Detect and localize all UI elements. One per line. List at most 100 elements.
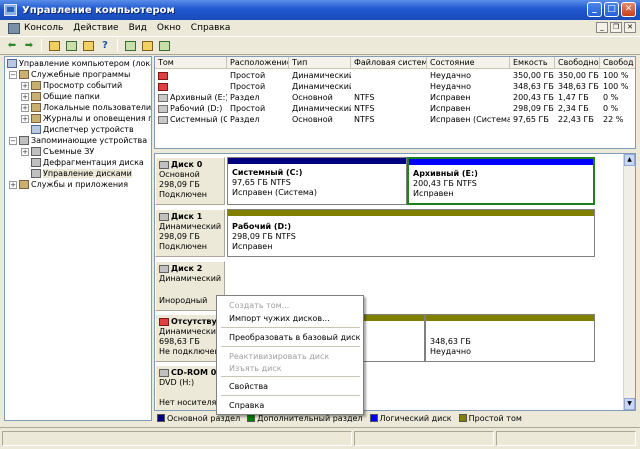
column-header-capacity[interactable]: Емкость: [510, 57, 555, 69]
menu-action[interactable]: Действие: [68, 23, 123, 33]
collapse-icon[interactable]: −: [9, 70, 17, 79]
expand-icon[interactable]: +: [21, 103, 29, 112]
tree-item-defragmenter[interactable]: Дефрагментация диска: [31, 157, 144, 168]
tree-item-removable-storage[interactable]: + Съемные ЗУ: [21, 146, 94, 157]
cell-filesystem: NTFS: [354, 104, 375, 113]
column-header-status[interactable]: Состояние: [427, 57, 510, 69]
status-pane: [496, 431, 636, 446]
toolbar: ⬅ ➡ ?: [0, 37, 640, 55]
cell-capacity: 200,43 ГБ: [513, 93, 554, 102]
cell-percent-free: 0 %: [603, 93, 619, 102]
removable-storage-icon: [31, 147, 41, 156]
menu-item-import-foreign-disks[interactable]: Импорт чужих дисков...: [219, 312, 362, 324]
console-tree[interactable]: Управление компьютером (локаль − Служебны…: [4, 56, 152, 421]
tree-item-event-viewer[interactable]: + Просмотр событий: [21, 80, 122, 91]
column-header-filesystem[interactable]: Файловая система: [351, 57, 427, 69]
back-arrow-icon[interactable]: ⬅: [5, 39, 19, 52]
column-header-free[interactable]: Свободно: [555, 57, 600, 69]
expand-icon[interactable]: +: [21, 81, 29, 90]
scroll-down-icon[interactable]: ▼: [624, 398, 635, 410]
column-header-volume[interactable]: Том: [155, 57, 227, 69]
cell-status: Исправен (Система): [430, 115, 510, 124]
tree-item-services-apps[interactable]: + Службы и приложения: [9, 179, 128, 190]
menu-view[interactable]: Вид: [124, 23, 152, 33]
disk-icon: [159, 265, 169, 273]
settings-icon[interactable]: [157, 39, 171, 52]
toolbox-icon: [19, 70, 29, 79]
disk-properties-icon[interactable]: [140, 39, 154, 52]
menu-help[interactable]: Справка: [186, 23, 236, 33]
mdi-minimize-button[interactable]: _: [596, 22, 608, 33]
cell-free: 22,43 ГБ: [558, 115, 594, 124]
menu-item-create-volume: Создать том...: [229, 300, 290, 310]
context-menu: Создать том... Импорт чужих дисков... Пр…: [216, 295, 364, 415]
menu-console[interactable]: Консоль: [3, 22, 68, 34]
help-icon[interactable]: ?: [98, 39, 112, 52]
menu-item-help[interactable]: Справка: [219, 399, 362, 411]
cell-free: 348,63 ГБ: [558, 82, 599, 91]
close-button[interactable]: ✕: [621, 2, 636, 17]
cell-status: Исправен: [430, 93, 471, 102]
status-pane: [2, 431, 352, 446]
scroll-up-icon[interactable]: ▲: [624, 154, 635, 166]
menu-item-remove-disk: Изъять диск: [229, 363, 282, 373]
error-volume-icon: [158, 71, 168, 80]
tree-item-local-users[interactable]: + Локальные пользователи и: [21, 102, 151, 113]
missing-volume-2[interactable]: 348,63 ГБ Неудачно: [425, 314, 595, 362]
tree-item-computer-management[interactable]: Управление компьютером (локаль: [7, 58, 151, 69]
minimize-button[interactable]: _: [587, 2, 602, 17]
tree-item-storage[interactable]: − Запоминающие устройства: [9, 135, 147, 146]
disk-1-label[interactable]: Диск 1 Динамический 298,09 ГБ Подключен: [155, 209, 225, 257]
drive-icon: [158, 115, 168, 124]
maximize-button[interactable]: □: [604, 2, 619, 17]
disk-icon: [159, 213, 169, 221]
menu-separator: [221, 395, 360, 396]
cell-free: 1,47 ГБ: [558, 93, 589, 102]
cdrom-label[interactable]: CD-ROM 0 DVD (H:) Нет носителя: [155, 365, 225, 410]
cell-filesystem: [351, 81, 427, 92]
expand-icon[interactable]: +: [21, 147, 29, 156]
expand-icon[interactable]: +: [21, 92, 29, 101]
volume-list[interactable]: Том Расположение Тип Файловая система Со…: [154, 56, 636, 149]
cell-layout: Простой: [230, 104, 266, 113]
event-viewer-icon: [31, 81, 41, 90]
tree-item-disk-management[interactable]: Управление дисками: [31, 168, 132, 179]
performance-icon: [31, 114, 41, 123]
missing-disk-label[interactable]: Отсутству Динамический 698,63 ГБ Не подк…: [155, 314, 225, 362]
column-header-percent-free[interactable]: Свобод: [600, 57, 635, 69]
disk-0-label[interactable]: Диск 0 Основной 298,09 ГБ Подключен: [155, 157, 225, 205]
volume-system-c[interactable]: Системный (C:) 97,65 ГБ NTFS Исправен (С…: [227, 157, 407, 205]
disk-2-label[interactable]: Диск 2 Динамический Инородный: [155, 261, 225, 311]
toolbar-separator: [41, 39, 42, 52]
expand-icon[interactable]: +: [9, 180, 17, 189]
volume-work-d[interactable]: Рабочий (D:) 298,09 ГБ NTFS Исправен: [227, 209, 595, 257]
menu-item-convert-to-basic[interactable]: Преобразовать в базовый диск: [219, 331, 362, 343]
mdi-restore-button[interactable]: ❐: [610, 22, 622, 33]
graph-scrollbar[interactable]: ▲ ▼: [623, 154, 635, 410]
cell-layout: Простой: [230, 71, 266, 80]
logical-drive-bar: [409, 159, 593, 165]
cell-percent-free: 100 %: [603, 71, 629, 80]
menu-window[interactable]: Окно: [152, 23, 186, 33]
forward-arrow-icon[interactable]: ➡: [22, 39, 36, 52]
legend-simple-volume: Простой том: [458, 414, 522, 423]
users-icon: [31, 103, 41, 112]
column-header-layout[interactable]: Расположение: [227, 57, 289, 69]
tree-item-performance-logs[interactable]: + Журналы и оповещения пр: [21, 113, 151, 124]
properties-icon[interactable]: [81, 39, 95, 52]
up-folder-icon[interactable]: [47, 39, 61, 52]
column-header-type[interactable]: Тип: [289, 57, 351, 69]
cell-capacity: 97,65 ГБ: [513, 115, 549, 124]
tree-item-shared-folders[interactable]: + Общие папки: [21, 91, 100, 102]
expand-icon[interactable]: +: [21, 114, 29, 123]
volume-archive-e[interactable]: Архивный (E:) 200,43 ГБ NTFS Исправен: [407, 157, 595, 205]
tree-item-system-tools[interactable]: − Служебные программы: [9, 69, 130, 80]
cell-status: Неудачно: [430, 71, 471, 80]
cell-type: Основной: [292, 115, 333, 124]
collapse-icon[interactable]: −: [9, 136, 17, 145]
mdi-close-button[interactable]: ✕: [624, 22, 636, 33]
menu-item-properties[interactable]: Свойства: [219, 380, 362, 392]
export-list-icon[interactable]: [123, 39, 137, 52]
show-tree-icon[interactable]: [64, 39, 78, 52]
tree-item-device-manager[interactable]: Диспетчер устройств: [31, 124, 134, 135]
